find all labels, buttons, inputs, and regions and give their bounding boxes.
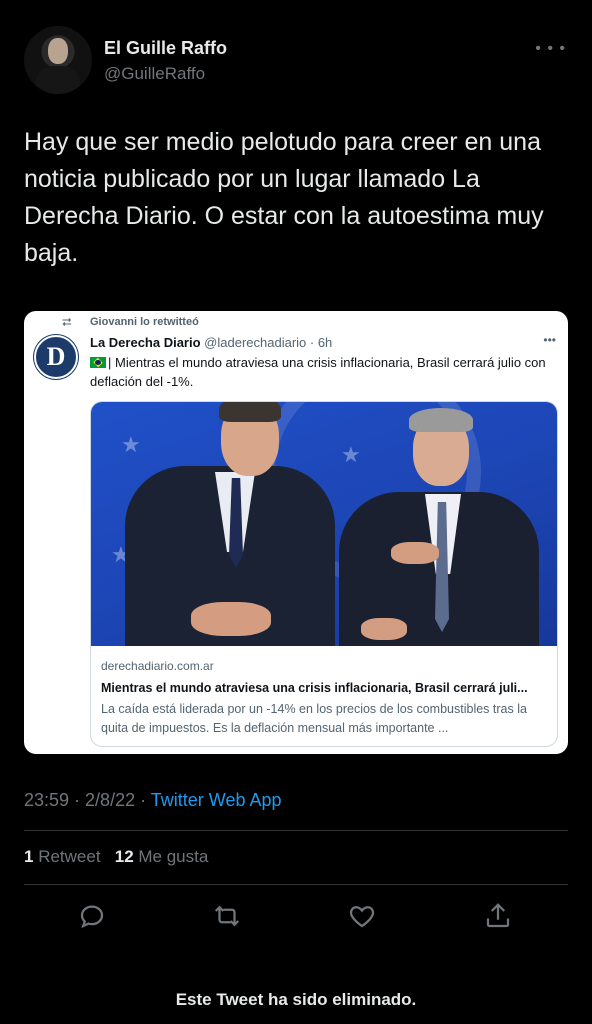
person-right-pointing-hand [391,542,439,564]
quoted-text: | Mientras el mundo atraviesa una crisis… [90,355,546,389]
link-preview-card[interactable]: ★ ★ ★ ★ ★ derechadiario.com.ar Mientras … [90,401,558,747]
quoted-header: La Derecha Diario @laderechadiario · 6h [90,335,332,350]
reply-icon[interactable] [72,896,112,936]
share-icon[interactable] [478,896,518,936]
retweets-stat[interactable]: 1 Retweet [24,847,101,866]
avatar-face [48,38,68,64]
time-date: 23:59 · 2/8/22 · [24,790,151,810]
source-link[interactable]: Twitter Web App [151,790,282,810]
tweet-text: Hay que ser medio pelotudo para creer en… [24,128,544,267]
heart-icon[interactable] [342,896,382,936]
tweet-timestamp: 23:59 · 2/8/22 · Twitter Web App [24,790,282,811]
link-description: La caída está liderada por un -14% en lo… [101,702,527,735]
author-name[interactable]: El Guille Raffo [104,38,227,59]
quoted-handle[interactable]: @laderechadiario · 6h [204,335,332,350]
tweet-stats: 1 Retweet 12 Me gusta [24,847,208,867]
person-left-hands [191,602,271,636]
quoted-more-icon[interactable]: ••• [543,333,556,347]
quoted-tweet-card[interactable]: ⮂ Giovanni lo retwitteó D La Derecha Dia… [24,311,568,754]
background-star-icon: ★ [341,442,361,467]
action-bar [24,896,568,936]
likes-stat[interactable]: 12 Me gusta [115,847,209,866]
divider [24,884,568,885]
retweet-icon[interactable] [207,896,247,936]
divider [24,830,568,831]
more-icon[interactable]: • • • [535,40,566,58]
link-title: Mientras el mundo atraviesa una crisis i… [101,681,528,695]
author-handle[interactable]: @GuilleRaffo [104,64,205,84]
quoted-name[interactable]: La Derecha Diario [90,335,201,350]
tweet-header: El Guille Raffo @GuilleRaffo • • • [24,26,572,96]
article-photo[interactable]: ★ ★ ★ ★ ★ [91,402,557,646]
link-domain: derechadiario.com.ar [101,659,214,673]
quoted-avatar[interactable]: D [34,335,78,379]
person-right-hair [409,408,473,432]
brazil-flag-icon [90,357,106,368]
retweeted-by-label: Giovanni lo retwitteó [90,316,199,328]
person-left-hair [219,402,281,422]
person-right-hand [361,618,407,640]
background-star-icon: ★ [121,432,141,457]
author-avatar[interactable] [24,26,92,94]
retweet-small-icon: ⮂ [62,315,72,329]
avatar-body [36,66,80,94]
deleted-notice: Este Tweet ha sido eliminado. [175,990,417,1009]
quoted-text-wrap: | Mientras el mundo atraviesa una crisis… [90,353,560,391]
